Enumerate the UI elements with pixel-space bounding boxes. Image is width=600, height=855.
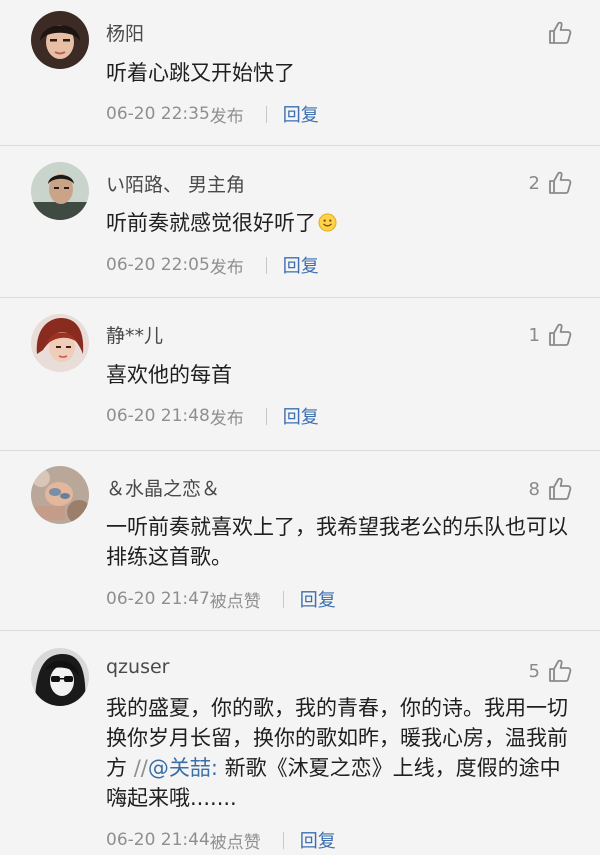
mention-link[interactable]: @关喆:: [148, 756, 218, 780]
meta-divider: [265, 105, 267, 123]
like-button[interactable]: 5: [529, 658, 572, 683]
comment-text: 听着心跳又开始快了: [106, 61, 295, 85]
like-count: 1: [528, 325, 540, 346]
avatar-photo-woman-icon: [31, 11, 89, 69]
reply-link[interactable]: 回复: [300, 586, 336, 612]
comment-item: い陌路、 男主角 2 听前奏就感觉很好听了 06-20 22:05 发布 回复: [0, 146, 600, 298]
comment-item: 静**儿 1 喜欢他的每首 06-20 21:48 发布 回复: [0, 298, 600, 451]
user-name[interactable]: ＆水晶之恋＆: [106, 474, 220, 501]
comment-status: 被点赞: [209, 591, 261, 612]
comment-status: 被点赞: [209, 832, 261, 853]
quote-prefix: //: [133, 756, 148, 780]
comment-text-body: 听前奏就感觉很好听了: [106, 211, 316, 235]
avatar-photo-redhair-icon: [31, 314, 89, 372]
comment-meta: 06-20 22:35 发布 回复: [106, 101, 319, 127]
like-button[interactable]: 2: [529, 170, 572, 195]
reply-link[interactable]: 回复: [283, 101, 319, 127]
user-avatar[interactable]: [31, 162, 89, 220]
reply-link[interactable]: 回复: [300, 827, 336, 853]
comment-meta: 06-20 21:48 发布 回复: [106, 403, 319, 429]
like-button[interactable]: 1: [529, 322, 572, 347]
user-name[interactable]: 静**儿: [106, 321, 163, 348]
user-avatar[interactable]: [31, 648, 89, 706]
thumbs-up-icon: [549, 659, 572, 682]
comment-meta: 06-20 22:05 发布 回复: [106, 252, 319, 278]
reply-link[interactable]: 回复: [283, 252, 319, 278]
comment-status: 发布: [209, 408, 244, 429]
like-count: 2: [528, 173, 540, 194]
comment-meta: 06-20 21:44 被点赞 回复: [106, 827, 336, 853]
avatar-photo-baby-icon: [31, 466, 89, 524]
user-avatar[interactable]: [31, 466, 89, 524]
comment-text: 我的盛夏，你的歌，我的青春，你的诗。我用一切换你岁月长留，换你的歌如昨，暖我心房…: [106, 693, 576, 813]
meta-divider: [282, 831, 284, 849]
meta-divider: [282, 590, 284, 608]
user-name[interactable]: qzuser: [106, 656, 169, 678]
avatar-photo-man-icon: [31, 162, 89, 220]
user-avatar[interactable]: [31, 11, 89, 69]
like-button[interactable]: [540, 20, 572, 45]
comment-time: 06-20 21:47: [106, 589, 210, 609]
comment-text: 一听前奏就喜欢上了，我希望我老公的乐队也可以排练这首歌。: [106, 515, 568, 569]
user-name[interactable]: い陌路、 男主角: [106, 170, 245, 197]
comment-item: qzuser 5 我的盛夏，你的歌，我的青春，你的诗。我用一切换你岁月长留，换你…: [0, 631, 600, 855]
user-avatar[interactable]: [31, 314, 89, 372]
comment-item: 杨阳 听着心跳又开始快了 06-20 22:35 发布 回复: [0, 0, 600, 146]
comment-status: 发布: [209, 106, 244, 127]
comment-status: 发布: [209, 257, 244, 278]
like-button[interactable]: 8: [529, 476, 572, 501]
reply-link[interactable]: 回复: [283, 403, 319, 429]
like-count: 5: [528, 661, 540, 682]
thumbs-up-icon: [549, 477, 572, 500]
like-count: 8: [528, 479, 540, 500]
comment-time: 06-20 22:35: [106, 104, 210, 124]
comment-list: 杨阳 听着心跳又开始快了 06-20 22:35 发布 回复 い陌路、 男主角 …: [0, 0, 600, 855]
meta-divider: [265, 256, 267, 274]
comment-text: 喜欢他的每首: [106, 363, 232, 387]
thumbs-up-icon: [549, 171, 572, 194]
thumbs-up-icon: [549, 21, 572, 44]
comment-meta: 06-20 21:47 被点赞 回复: [106, 586, 336, 612]
comment-item: ＆水晶之恋＆ 8 一听前奏就喜欢上了，我希望我老公的乐队也可以排练这首歌。 06…: [0, 451, 600, 631]
user-name[interactable]: 杨阳: [106, 19, 144, 46]
meta-divider: [265, 407, 267, 425]
comment-text: 听前奏就感觉很好听了: [106, 208, 576, 238]
thumbs-up-icon: [549, 323, 572, 346]
comment-time: 06-20 21:44: [106, 830, 210, 850]
comment-time: 06-20 21:48: [106, 406, 210, 426]
comment-time: 06-20 22:05: [106, 255, 210, 275]
smile-emoji-icon: [318, 213, 337, 232]
avatar-photo-sunglasses-icon: [31, 648, 89, 706]
